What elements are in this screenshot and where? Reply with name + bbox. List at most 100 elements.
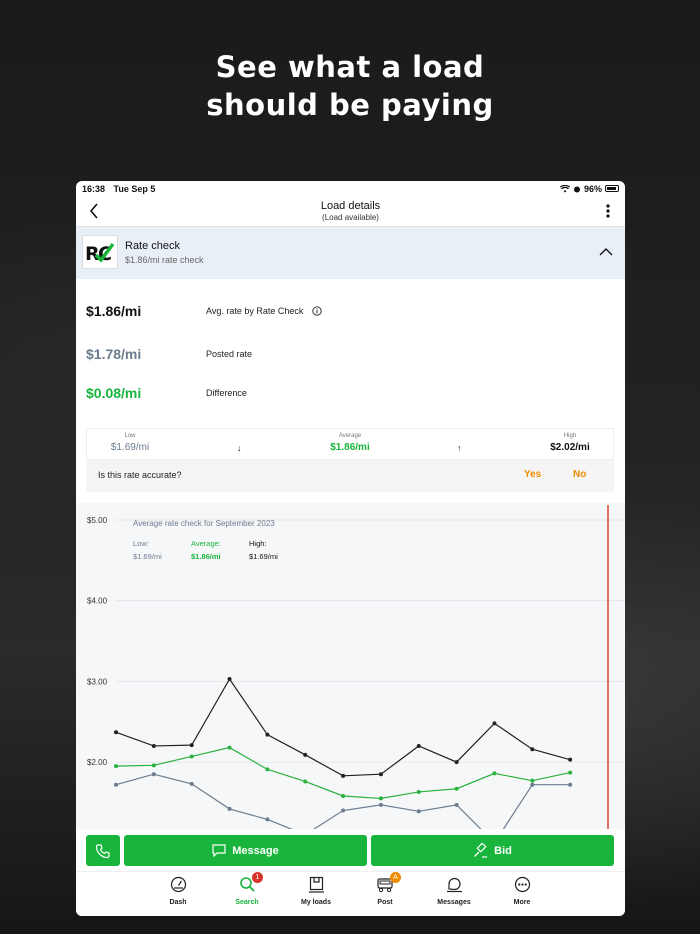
tab-dash[interactable]: Dash	[153, 876, 203, 906]
series-line-average	[115, 746, 571, 800]
data-point-high	[189, 743, 194, 748]
accuracy-question: Is this rate accurate?	[98, 470, 182, 480]
posted-rate-row: $1.78/mi Posted rate	[86, 344, 252, 364]
range-average: Average $1.86/mi	[325, 433, 375, 453]
tab-messages-label: Messages	[437, 899, 471, 906]
data-point-average	[265, 767, 270, 772]
info-icon[interactable]	[312, 306, 322, 316]
avg-rate-row: $1.86/mi Avg. rate by Rate Check	[86, 301, 322, 321]
rate-history-chart: $5.00 $4.00 $3.00 $2.00 Average rate check …	[76, 503, 625, 833]
rc-logo-icon: R C	[85, 242, 115, 264]
rate-check-header[interactable]: R C Rate check $1.86/mi rate check	[76, 227, 625, 279]
data-point-average	[303, 779, 308, 784]
data-point-average	[227, 745, 232, 750]
rate-check-logo: R C	[82, 235, 118, 269]
message-icon	[212, 844, 226, 857]
avg-rate-label: Avg. rate by Rate Check	[206, 305, 304, 316]
rate-range: Low $1.69/mi ↓ Average $1.86/mi ↑ High $…	[86, 428, 614, 460]
no-button[interactable]: No	[573, 469, 586, 480]
action-bar: Message Bid	[76, 829, 625, 869]
tab-dash-label: Dash	[169, 899, 187, 906]
y-tick-label: $4.00	[87, 597, 108, 606]
headline-line-2: should be paying	[206, 88, 494, 122]
data-point-average	[151, 763, 156, 768]
data-point-low	[341, 808, 346, 813]
tab-more[interactable]: More	[497, 876, 547, 906]
gavel-icon	[474, 843, 488, 858]
posted-rate-label: Posted rate	[206, 349, 253, 359]
data-point-high	[151, 743, 156, 748]
more-icon	[514, 876, 530, 893]
range-low: Low $1.69/mi	[105, 433, 155, 453]
bid-button[interactable]: Bid	[371, 835, 614, 866]
data-point-average	[530, 778, 535, 783]
tab-post[interactable]: A Post	[360, 872, 410, 906]
range-high-value: $2.02/mi	[550, 442, 590, 453]
nav-title: Load details	[320, 200, 381, 212]
nav-subtitle: (Load available)	[322, 213, 379, 222]
data-point-low	[227, 806, 232, 811]
data-point-high	[265, 732, 270, 737]
data-point-low	[378, 802, 383, 807]
data-point-average	[568, 770, 573, 775]
legend-low-label: Low:	[133, 539, 149, 548]
status-bar: 16:38 Tue Sep 5 96%	[76, 181, 625, 196]
range-low-caption: Low	[124, 433, 136, 439]
search-badge: 1	[252, 872, 263, 883]
avg-rate-value: $1.86/mi	[86, 303, 142, 319]
series-line-low	[115, 773, 571, 833]
message-button-label: Message	[232, 844, 279, 857]
tab-my-loads-label: My loads	[301, 899, 331, 906]
phone-icon	[95, 843, 110, 858]
data-point-low	[454, 802, 459, 807]
data-point-high	[378, 772, 383, 777]
wifi-icon	[559, 184, 570, 192]
up-arrow-icon: ↑	[457, 443, 462, 453]
tab-my-loads[interactable]: My loads	[291, 876, 341, 906]
legend-high-value: $1.69/mi	[249, 552, 278, 561]
dashboard-icon	[170, 876, 186, 893]
y-tick-label: $3.00	[87, 677, 108, 686]
data-point-low	[265, 817, 270, 822]
more-vertical-icon[interactable]	[605, 203, 611, 219]
data-point-average	[189, 754, 194, 759]
data-point-low	[151, 772, 156, 777]
data-point-low	[568, 782, 573, 787]
data-point-high	[303, 752, 308, 757]
down-arrow-icon: ↓	[237, 443, 242, 453]
data-point-high	[227, 676, 232, 681]
tab-search[interactable]: 1 Search	[222, 872, 272, 906]
chevron-up-icon[interactable]	[599, 247, 613, 257]
tab-messages[interactable]: Messages	[429, 876, 479, 906]
bottom-tab-bar: Dash 1 Search My loads A Post Messages M…	[76, 871, 625, 916]
data-point-high	[114, 730, 118, 735]
legend-high-label: High:	[249, 539, 267, 548]
tab-more-label: More	[513, 899, 531, 906]
data-point-average	[378, 796, 383, 801]
data-point-average	[416, 789, 421, 794]
data-point-high	[492, 721, 497, 726]
data-point-average	[114, 764, 118, 769]
rate-check-subtitle: $1.86/mi rate check	[125, 255, 204, 265]
data-point-low	[114, 782, 118, 787]
call-button[interactable]	[86, 835, 120, 866]
data-point-high	[530, 747, 535, 752]
difference-label: Difference	[206, 388, 247, 398]
data-point-high	[454, 760, 459, 765]
message-button[interactable]: Message	[124, 835, 367, 866]
data-point-high	[416, 743, 421, 748]
data-point-average	[341, 793, 346, 798]
data-point-low	[416, 809, 421, 814]
data-point-low	[189, 781, 194, 786]
data-point-high	[568, 757, 573, 762]
series-line-high	[115, 677, 571, 777]
range-average-caption: Average	[338, 433, 362, 439]
post-badge: A	[390, 872, 401, 883]
y-tick-label: $5.00	[87, 516, 108, 525]
tablet-screen: 16:38 Tue Sep 5 96% Load details (Load a…	[76, 181, 625, 916]
chat-icon	[446, 877, 462, 893]
data-point-high	[341, 773, 346, 778]
status-date: Tue Sep 5	[113, 183, 156, 194]
yes-button[interactable]: Yes	[524, 469, 541, 480]
battery-icon	[605, 185, 619, 192]
